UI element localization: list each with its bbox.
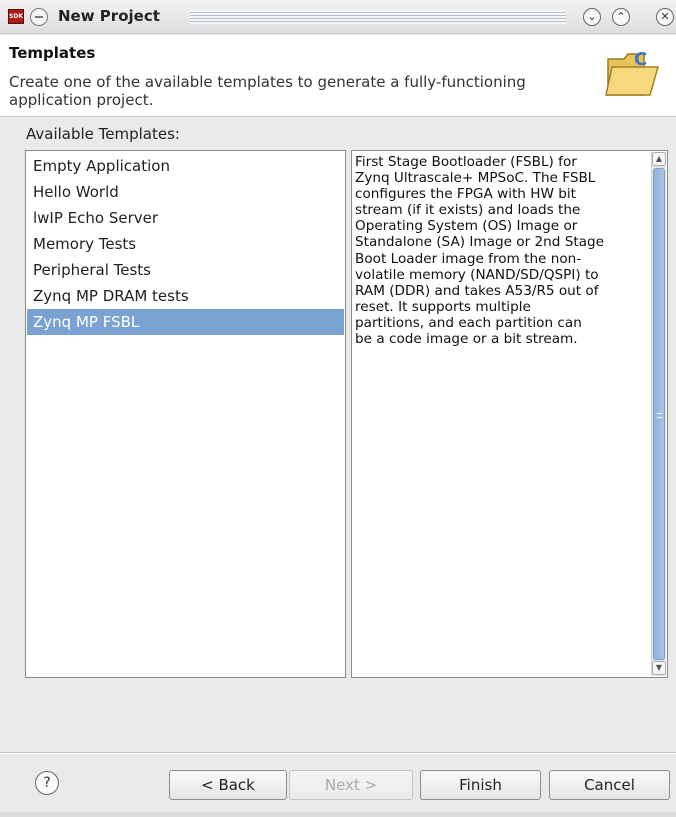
description-line: reset. It supports multiple bbox=[355, 298, 531, 315]
available-templates-label: Available Templates: bbox=[26, 125, 180, 143]
svg-text:C: C bbox=[634, 49, 647, 70]
description-line: First Stage Bootloader (FSBL) for bbox=[355, 154, 577, 170]
description-line: stream (if it exists) and loads the bbox=[355, 202, 581, 219]
folder-open-icon: C bbox=[605, 49, 659, 96]
cancel-button[interactable]: Cancel bbox=[549, 770, 670, 800]
window-bottom-edge bbox=[0, 812, 676, 817]
wizard-header: Templates Create one of the available te… bbox=[0, 35, 676, 117]
list-item-lwip-echo-server[interactable]: lwIP Echo Server bbox=[27, 205, 344, 231]
description-line: Operating System (OS) Image or bbox=[355, 218, 578, 235]
description-line: Zynq Ultrascale+ MPSoC. The FSBL bbox=[355, 170, 596, 187]
description-scrollbar[interactable]: ▲ ▼ bbox=[651, 152, 666, 676]
grip-icon bbox=[657, 413, 662, 418]
new-project-dialog: SDK New Project ⌄ ⌃ ✕ Templates Create o… bbox=[0, 0, 676, 817]
description-line: volatile memory (NAND/SD/QSPI) to bbox=[355, 266, 599, 283]
close-icon[interactable]: ✕ bbox=[656, 8, 674, 26]
list-item-peripheral-tests[interactable]: Peripheral Tests bbox=[27, 257, 344, 283]
page-description: Create one of the available templates to… bbox=[9, 73, 526, 109]
list-item-hello-world[interactable]: Hello World bbox=[27, 179, 344, 205]
template-description-panel[interactable]: First Stage Bootloader (FSBL) for Zynq U… bbox=[351, 150, 668, 678]
title-bar-grip bbox=[190, 10, 566, 24]
title-bar[interactable]: SDK New Project ⌄ ⌃ ✕ bbox=[0, 0, 676, 34]
page-title: Templates bbox=[9, 44, 96, 62]
list-item-empty-application[interactable]: Empty Application bbox=[27, 153, 344, 179]
scroll-thumb[interactable] bbox=[653, 168, 665, 660]
scroll-up-icon[interactable]: ▲ bbox=[652, 152, 666, 166]
template-description: First Stage Bootloader (FSBL) for Zynq U… bbox=[355, 154, 647, 347]
help-icon[interactable]: ? bbox=[35, 771, 59, 795]
scroll-down-icon[interactable]: ▼ bbox=[652, 661, 666, 675]
maximize-icon[interactable]: ⌃ bbox=[612, 8, 630, 26]
description-line: Standalone (SA) Image or 2nd Stage bbox=[355, 234, 604, 251]
description-line: configures the FPGA with HW bit bbox=[355, 186, 576, 203]
minimize-icon[interactable]: ⌄ bbox=[583, 8, 601, 26]
description-line: Boot Loader image from the non- bbox=[355, 250, 582, 267]
next-button[interactable]: Next > bbox=[289, 770, 413, 800]
window-menu-icon[interactable] bbox=[30, 8, 48, 26]
list-item-memory-tests[interactable]: Memory Tests bbox=[27, 231, 344, 257]
list-item-zynq-mp-fsbl[interactable]: Zynq MP FSBL bbox=[27, 309, 344, 335]
description-line: partitions, and each partition can bbox=[355, 314, 582, 331]
list-item-zynq-mp-dram-tests[interactable]: Zynq MP DRAM tests bbox=[27, 283, 344, 309]
description-line: be a code image or a bit stream. bbox=[355, 331, 578, 348]
description-line: RAM (DDR) and takes A53/R5 out of bbox=[355, 282, 599, 299]
window-title: New Project bbox=[58, 7, 160, 25]
back-button[interactable]: < Back bbox=[169, 770, 287, 800]
templates-list[interactable]: Empty Application Hello World lwIP Echo … bbox=[25, 150, 346, 678]
sdk-app-icon: SDK bbox=[8, 9, 24, 24]
finish-button[interactable]: Finish bbox=[420, 770, 541, 800]
button-bar-separator bbox=[0, 752, 676, 754]
